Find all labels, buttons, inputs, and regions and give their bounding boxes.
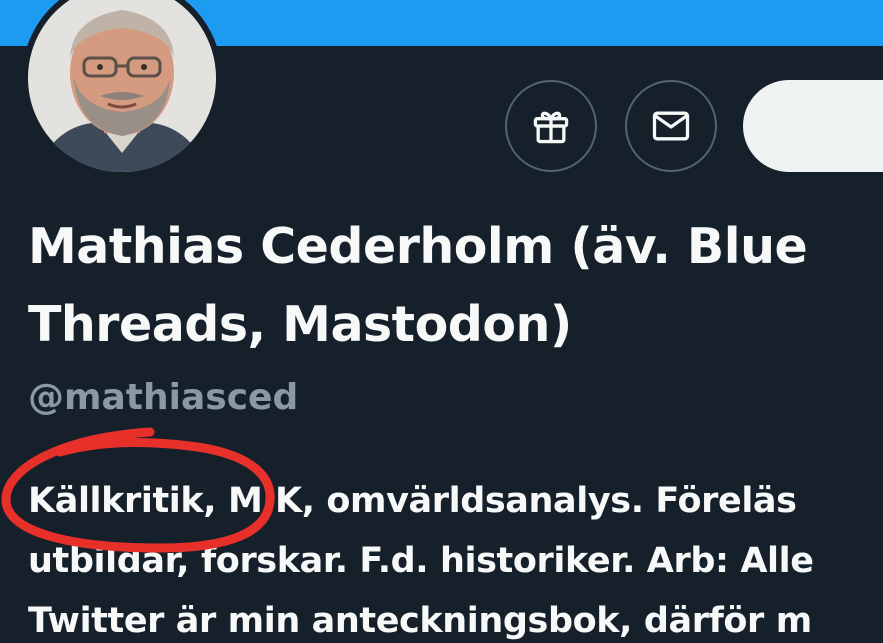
message-button[interactable] (625, 80, 717, 172)
profile-bio: Källkritik, MIK, omvärldsanalys. Föreläs… (28, 471, 883, 643)
avatar[interactable] (22, 0, 222, 178)
bio-line: utbildar, forskar. F.d. historiker. Arb:… (28, 541, 814, 581)
display-name: Mathias Cederholm (äv. Blue Threads, Mas… (28, 208, 883, 364)
avatar-photo (22, 0, 222, 178)
gift-button[interactable] (505, 80, 597, 172)
gift-icon (533, 111, 569, 144)
display-name-line-2: Threads, Mastodon) (28, 296, 572, 353)
profile-page: Mathias Cederholm (äv. Blue Threads, Mas… (0, 0, 883, 643)
user-handle: @mathiasced (28, 377, 299, 418)
display-name-line-1: Mathias Cederholm (äv. Blue (28, 218, 808, 275)
bio-line: Källkritik, MIK, omvärldsanalys. Föreläs (28, 481, 797, 521)
bio-line: Twitter är min anteckningsbok, därför m (28, 601, 812, 641)
mail-icon (652, 111, 690, 141)
follow-button[interactable] (743, 80, 883, 172)
